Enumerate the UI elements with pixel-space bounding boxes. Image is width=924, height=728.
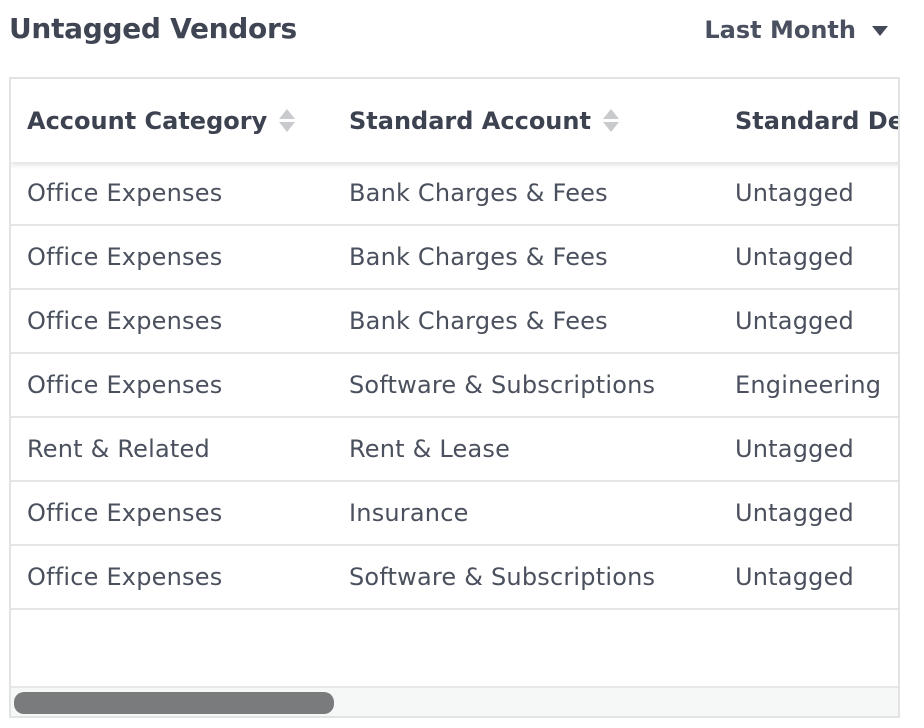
cell-account-category: Office Expenses — [27, 243, 223, 271]
column-header-account-category[interactable]: Account Category — [11, 107, 333, 135]
table-row: Office Expenses Bank Charges & Fees Unta… — [11, 226, 898, 290]
table-header: Account Category Standard Account Standa… — [11, 79, 898, 162]
cell-standard-department: Untagged — [735, 307, 854, 335]
cell-account-category: Office Expenses — [27, 179, 223, 207]
cell-account-category: Office Expenses — [27, 499, 223, 527]
cell-account-category: Office Expenses — [27, 371, 223, 399]
period-dropdown-label: Last Month — [704, 16, 856, 44]
cell-standard-account: Bank Charges & Fees — [349, 307, 608, 335]
column-header-label: Account Category — [27, 106, 268, 135]
cell-standard-account: Bank Charges & Fees — [349, 243, 608, 271]
horizontal-scrollbar[interactable] — [11, 686, 898, 716]
cell-account-category: Office Expenses — [27, 307, 223, 335]
period-dropdown[interactable]: Last Month — [704, 16, 888, 44]
sort-icon[interactable] — [602, 109, 619, 132]
table-row: Office Expenses Bank Charges & Fees Unta… — [11, 290, 898, 354]
cell-standard-account: Software & Subscriptions — [349, 371, 656, 399]
table-row: Office Expenses Software & Subscriptions… — [11, 546, 898, 610]
page-title: Untagged Vendors — [9, 12, 297, 45]
cell-standard-account: Bank Charges & Fees — [349, 179, 608, 207]
column-header-label: Standard Department — [735, 106, 898, 135]
table-row: Office Expenses Software & Subscriptions… — [11, 354, 898, 418]
cell-standard-account: Rent & Lease — [349, 435, 511, 463]
cell-standard-account: Software & Subscriptions — [349, 563, 656, 591]
vendors-table: Account Category Standard Account Standa… — [11, 79, 898, 610]
caret-down-icon — [872, 26, 888, 36]
cell-standard-account: Insurance — [349, 499, 469, 527]
column-header-standard-account[interactable]: Standard Account — [333, 107, 719, 135]
table-row: Office Expenses Insurance Untagged — [11, 482, 898, 546]
table-row: Rent & Related Rent & Lease Untagged — [11, 418, 898, 482]
cell-standard-department: Engineering — [735, 371, 882, 399]
scrollbar-thumb[interactable] — [14, 692, 334, 714]
cell-standard-department: Untagged — [735, 243, 854, 271]
cell-standard-department: Untagged — [735, 563, 854, 591]
cell-standard-department: Untagged — [735, 435, 854, 463]
cell-standard-department: Untagged — [735, 499, 854, 527]
vendors-table-card: Account Category Standard Account Standa… — [9, 77, 900, 718]
table-row: Office Expenses Bank Charges & Fees Unta… — [11, 162, 898, 226]
cell-standard-department: Untagged — [735, 179, 854, 207]
cell-account-category: Rent & Related — [27, 435, 210, 463]
sort-icon[interactable] — [279, 109, 296, 132]
column-header-label: Standard Account — [349, 106, 591, 135]
column-header-standard-department[interactable]: Standard Department — [719, 106, 898, 135]
cell-account-category: Office Expenses — [27, 563, 223, 591]
